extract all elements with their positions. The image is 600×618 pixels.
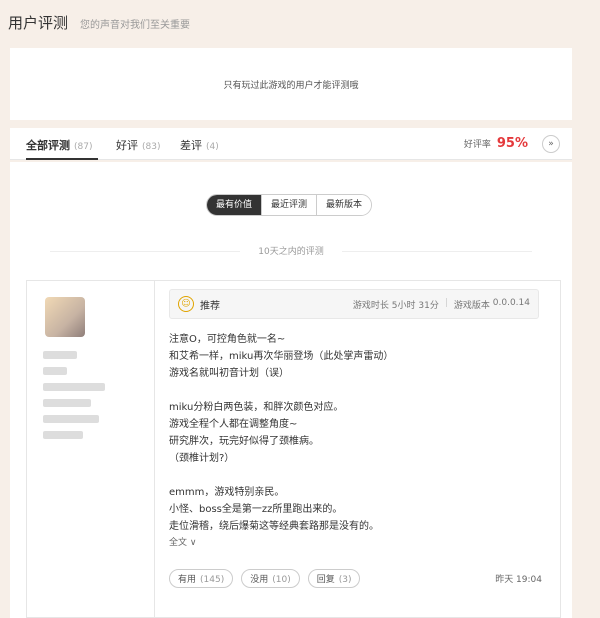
version-label: 游戏版本 <box>453 300 490 311</box>
user-info <box>27 281 155 617</box>
period-label: 10天之内的评测 <box>258 247 324 257</box>
helpful-label: 有用 <box>178 575 197 585</box>
active-tab-underline <box>26 158 98 160</box>
positive-rate-label: 好评率 <box>463 140 491 150</box>
tab-count: (83) <box>142 142 161 152</box>
avatar[interactable] <box>45 297 85 337</box>
sort-most-valuable[interactable]: 最有价值 <box>207 195 262 215</box>
notice-text: 只有玩过此游戏的用户才能评测哦 <box>223 80 359 91</box>
smile-icon: ☺ <box>178 296 194 312</box>
review-card: ☺ 推荐 游戏时长 5小时 31分 | 游戏版本 0.0.0.14 注意O，可控… <box>26 280 561 618</box>
review-line: 游戏全程个人都在调整角度~ <box>169 419 298 430</box>
review-header: ☺ 推荐 游戏时长 5小时 31分 | 游戏版本 0.0.0.14 <box>169 289 539 319</box>
unhelpful-count: (10) <box>272 575 291 585</box>
positive-rate-value: 95% <box>496 136 528 151</box>
review-line: 研究胖次，玩完好似得了颈椎病。 <box>169 436 319 447</box>
page-title: 用户评测 <box>8 14 69 32</box>
tab-positive-reviews[interactable]: 好评 (83) <box>116 137 160 153</box>
user-meta-blurred <box>43 367 67 375</box>
notice-box: 只有玩过此游戏的用户才能评测哦 <box>10 48 572 120</box>
review-body: ☺ 推荐 游戏时长 5小时 31分 | 游戏版本 0.0.0.14 注意O，可控… <box>169 289 539 552</box>
helpful-count: (145) <box>200 575 225 585</box>
chevron-double-down-icon[interactable]: » <box>542 135 560 153</box>
play-time-label: 游戏时长 <box>352 300 389 311</box>
tab-label: 差评 <box>180 139 202 152</box>
review-line: 小怪、boss全是第一zz所里跑出来的。 <box>169 504 343 515</box>
review-line: （颈椎计划?） <box>169 453 235 464</box>
tab-label: 全部评测 <box>26 139 70 152</box>
recommend-label: 推荐 <box>200 300 220 312</box>
review-line: 注意O，可控角色就一名~ <box>169 334 286 345</box>
review-tabs: 全部评测 (87) 好评 (83) 差评 (4) 好评率 95% » <box>10 128 572 160</box>
user-meta-blurred <box>43 383 105 391</box>
review-list-panel: 最有价值 最近评测 最新版本 10天之内的评测 ☺ 推荐 游戏时长 5小时 31… <box>10 162 572 618</box>
positive-rate: 好评率 95% <box>464 136 528 151</box>
tab-negative-reviews[interactable]: 差评 (4) <box>180 137 219 153</box>
tab-count: (4) <box>206 142 219 152</box>
unhelpful-label: 没用 <box>250 575 269 585</box>
version: 0.0.0.14 <box>492 297 530 308</box>
helpful-button[interactable]: 有用 (145) <box>169 569 234 588</box>
user-meta-blurred <box>43 399 91 407</box>
page-header: 用户评测 您的声音对我们至关重要 <box>8 12 190 33</box>
tab-count: (87) <box>74 142 93 152</box>
review-line: emmm，游戏特别亲民。 <box>169 487 285 498</box>
review-line: 和艾希一样，miku再次华丽登场（此处掌声雷动） <box>169 351 394 362</box>
review-line: miku分粉白两色装，和胖次颜色对应。 <box>169 402 344 413</box>
reply-count: (3) <box>338 575 352 585</box>
review-line: 游戏名就叫初音计划（误） <box>169 368 289 379</box>
tab-label: 好评 <box>116 139 138 152</box>
page-subtitle: 您的声音对我们至关重要 <box>80 20 191 31</box>
review-line: 走位滑稽，绕后爆菊这等经典套路那是没有的。 <box>169 521 379 532</box>
username-blurred <box>43 351 77 359</box>
review-text: 注意O，可控角色就一名~ 和艾希一样，miku再次华丽登场（此处掌声雷动） 游戏… <box>169 331 539 552</box>
sort-recent[interactable]: 最近评测 <box>261 195 317 215</box>
tab-all-reviews[interactable]: 全部评测 (87) <box>26 137 92 153</box>
play-time: 5小时 31分 <box>391 300 439 311</box>
review-time: 昨天 19:04 <box>495 575 542 585</box>
reply-button[interactable]: 回复 (3) <box>307 569 361 588</box>
full-text-link[interactable]: 全文 ∨ <box>169 535 539 552</box>
review-actions: 有用 (145) 没用 (10) 回复 (3) <box>169 569 368 588</box>
review-meta: 游戏时长 5小时 31分 | 游戏版本 0.0.0.14 <box>352 297 530 311</box>
sort-options: 最有价值 最近评测 最新版本 <box>206 194 373 216</box>
unhelpful-button[interactable]: 没用 (10) <box>241 569 300 588</box>
reply-label: 回复 <box>316 575 335 585</box>
user-meta-blurred <box>43 431 83 439</box>
sort-latest-version[interactable]: 最新版本 <box>316 195 372 215</box>
user-meta-blurred <box>43 415 99 423</box>
